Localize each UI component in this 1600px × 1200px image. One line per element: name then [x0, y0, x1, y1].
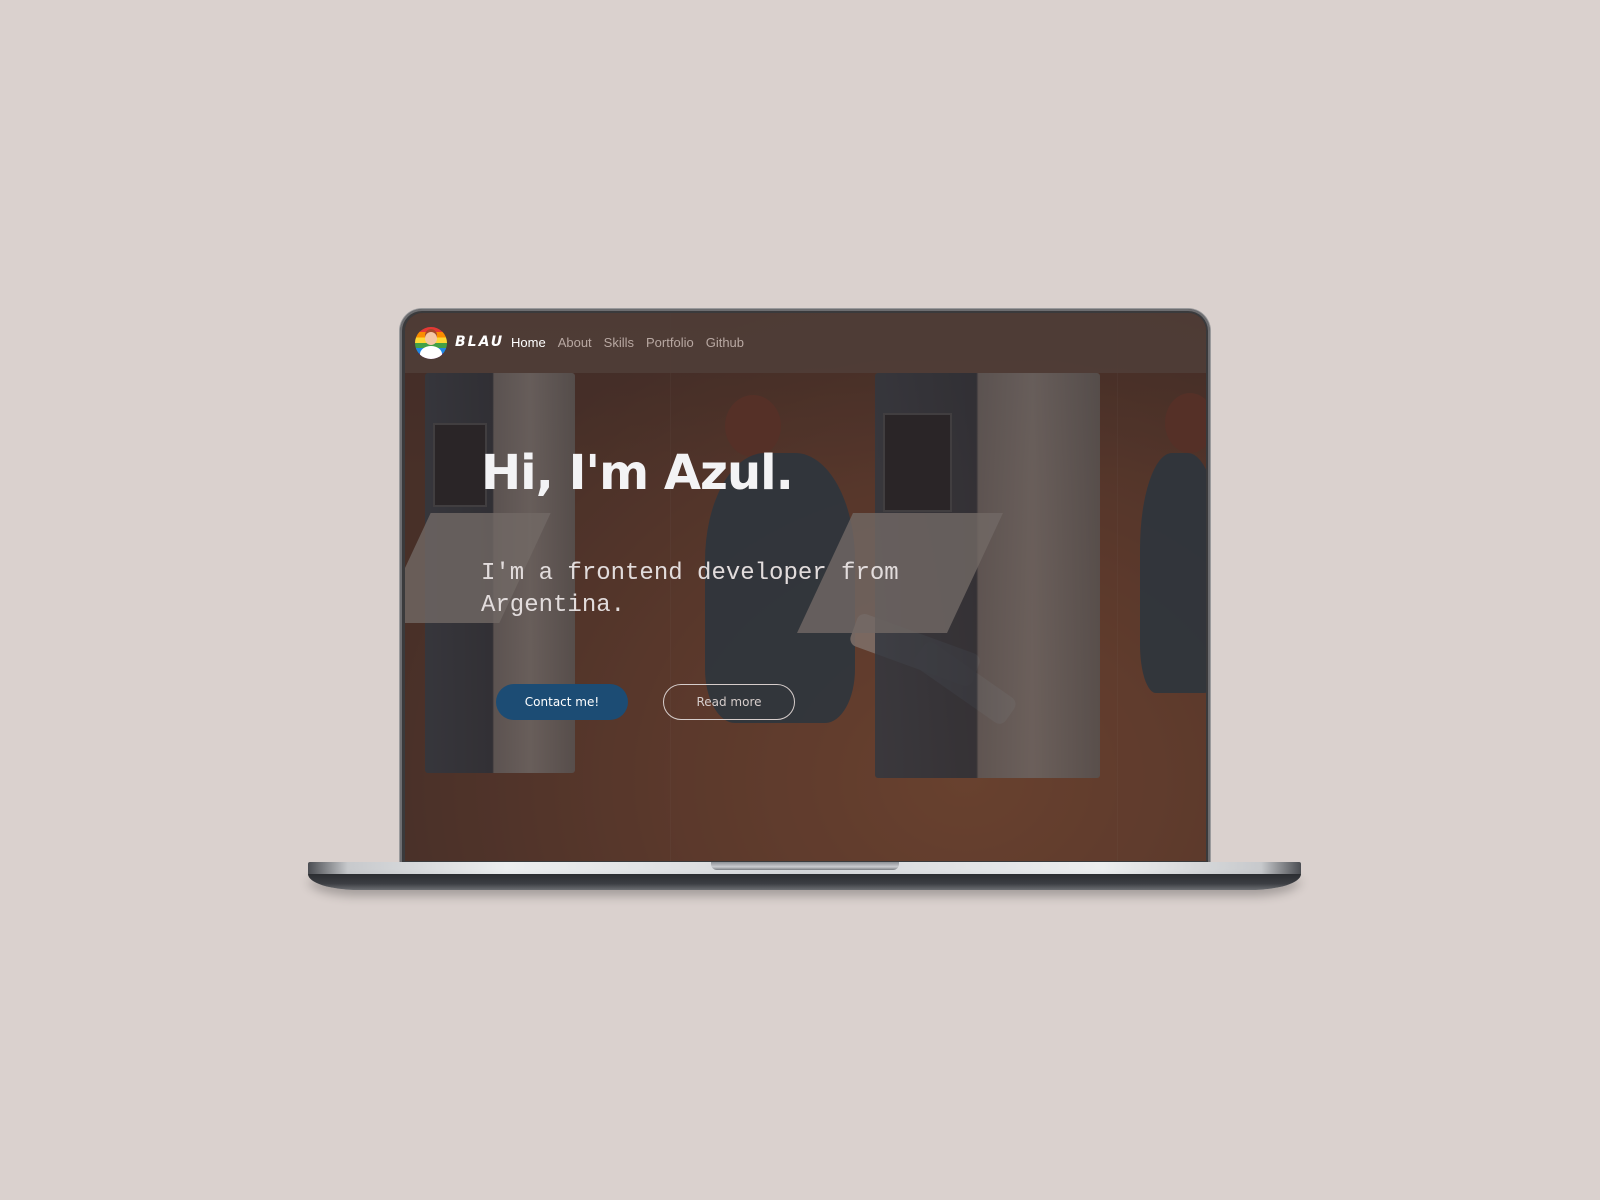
laptop-hinge-notch — [711, 862, 899, 870]
brand-name[interactable]: BLAU — [455, 334, 504, 350]
nav-link-about[interactable]: About — [558, 335, 592, 350]
nav-link-portfolio[interactable]: Portfolio — [646, 335, 694, 350]
read-more-button[interactable]: Read more — [663, 684, 795, 720]
contact-me-button[interactable]: Contact me! — [496, 684, 628, 720]
hero-title: Hi, I'm Azul. — [481, 445, 794, 501]
avatar-face — [425, 332, 437, 345]
nav-link-home[interactable]: Home — [511, 335, 546, 350]
hero-subtitle: I'm a frontend developer from Argentina. — [481, 560, 899, 619]
nav-links: Home About Skills Portfolio Github — [511, 335, 744, 350]
nav-link-github[interactable]: Github — [706, 335, 744, 350]
laptop-base-bottom — [308, 874, 1301, 890]
nav-link-skills[interactable]: Skills — [604, 335, 634, 350]
mockup-stage: BLAU Home About Skills Portfolio Github … — [0, 0, 1600, 1200]
logo-avatar-icon[interactable] — [415, 327, 447, 359]
top-navbar: BLAU Home About Skills Portfolio Github — [405, 313, 1206, 373]
avatar-body — [420, 346, 442, 359]
laptop-screen: BLAU Home About Skills Portfolio Github … — [405, 313, 1206, 861]
